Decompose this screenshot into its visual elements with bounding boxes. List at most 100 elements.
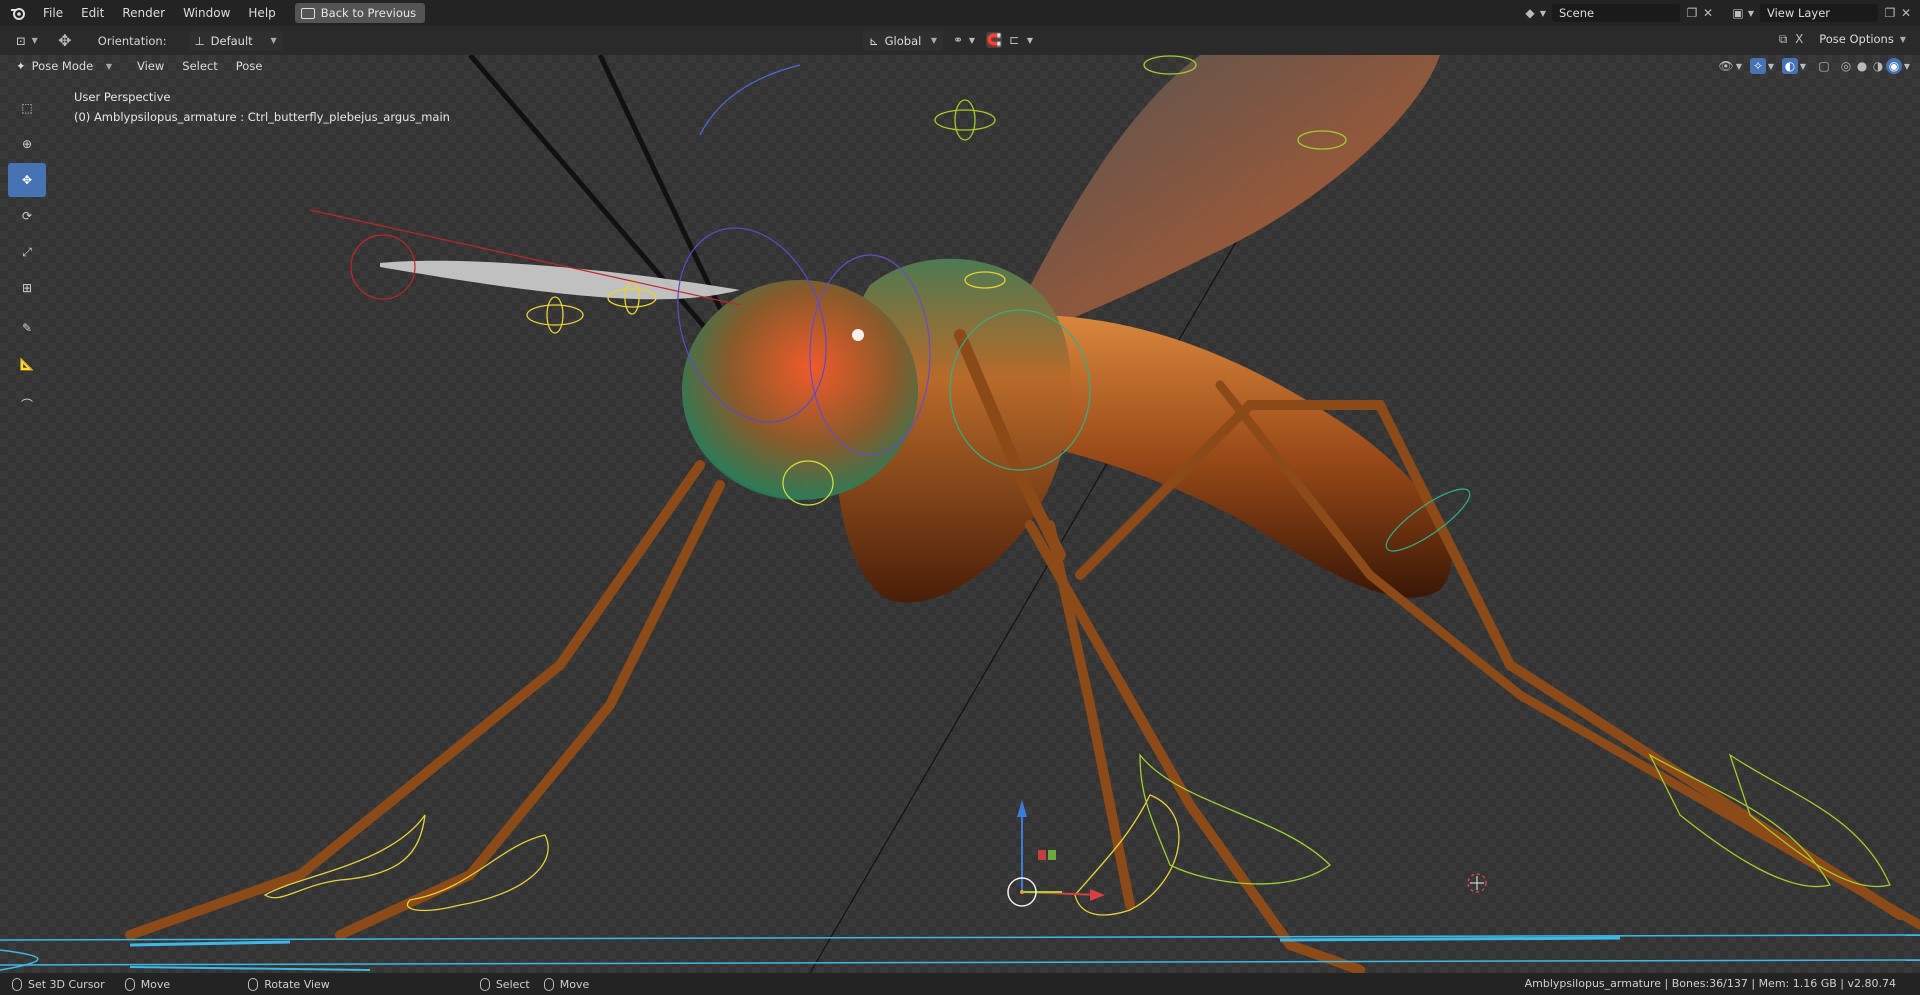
compound-eye (682, 280, 918, 500)
3d-viewport[interactable] (0, 55, 1920, 973)
menu-window[interactable]: Window (174, 2, 239, 24)
viewport-header: ✦ Pose Mode ▼ View Select Pose (0, 55, 1920, 77)
active-bone-label: (0) Amblypsilopus_armature : Ctrl_butter… (74, 110, 450, 124)
status-move-2: Move (543, 977, 590, 991)
mouse-right-icon (479, 977, 490, 991)
status-rotate-view-label: Rotate View (264, 977, 330, 991)
move-tool-icon[interactable]: ✥ (54, 31, 76, 50)
close-view-layer-icon[interactable]: ✕ (1898, 5, 1914, 21)
rotate-icon[interactable]: ⟳ (8, 199, 46, 233)
scene-field[interactable]: Scene (1552, 4, 1680, 22)
new-view-layer-icon[interactable]: ❐ (1882, 5, 1898, 21)
bone-icon[interactable]: ⌒ (8, 387, 46, 421)
x-axis-toggle[interactable]: X (1791, 31, 1807, 47)
solid-shading-icon[interactable]: ● (1854, 58, 1870, 74)
status-rotate-view: Rotate View (248, 977, 330, 991)
mouse-left-icon (12, 977, 22, 991)
pose-mode-icon: ✦ (16, 59, 26, 73)
wireframe-shading-icon[interactable]: ◎ (1838, 58, 1854, 74)
transform-icon[interactable]: ⊞ (8, 271, 46, 305)
orientation-label: Orientation: (97, 33, 167, 48)
menu-select[interactable]: Select (173, 59, 226, 73)
mouse-drag-icon (543, 977, 554, 991)
chevron-down-icon[interactable]: ▼ (1766, 58, 1776, 74)
xray-icon[interactable]: ▢ (1816, 58, 1832, 74)
mouse-drag-icon (124, 977, 135, 991)
status-move-label: Move (140, 977, 171, 991)
view-layer-icon[interactable]: ▣ (1730, 5, 1746, 21)
back-to-previous-label: Back to Previous (320, 6, 417, 20)
back-to-previous-button[interactable]: Back to Previous (294, 3, 426, 23)
pose-options-dropdown[interactable]: Pose Options ▼ (1813, 29, 1912, 49)
chevron-down-icon[interactable]: ▼ (1746, 5, 1756, 21)
pose-options-label: Pose Options (1819, 32, 1894, 46)
chevron-down-icon[interactable]: ▼ (1798, 58, 1808, 74)
tool-mode-dropdown[interactable]: ⊡ ▼ (10, 31, 44, 51)
status-set-cursor: Set 3D Cursor (12, 977, 105, 991)
status-move: Move (124, 977, 171, 991)
mouse-middle-icon (248, 977, 259, 991)
viewport-info: User Perspective (0) Amblypsilopus_armat… (74, 87, 450, 127)
new-scene-icon[interactable]: ❐ (1684, 5, 1700, 21)
viewport-header-right: ⧉ X Pose Options ▼ (1775, 28, 1912, 50)
top-menu-bar: File Edit Render Window Help Back to Pre… (0, 0, 1920, 26)
viewport-scene[interactable] (0, 55, 1920, 973)
menu-edit[interactable]: Edit (72, 2, 113, 24)
blender-logo-icon[interactable] (6, 1, 30, 25)
menu-help[interactable]: Help (239, 2, 284, 24)
mode-value: Pose Mode (31, 59, 94, 73)
viewport-shading-controls: 👁 ▼ ✧ ▼ ◐ ▼ ▢ ◎ ● ◑ ◉ ▼ (1718, 55, 1912, 77)
perspective-label: User Perspective (74, 90, 171, 104)
chevron-down-icon[interactable]: ▼ (1734, 58, 1744, 74)
rendered-shading-icon[interactable]: ◉ (1886, 58, 1902, 74)
gizmo-icon[interactable]: ✧ (1750, 58, 1766, 74)
menu-render[interactable]: Render (113, 2, 174, 24)
status-move-2-label: Move (559, 977, 590, 991)
scale-icon[interactable]: ⤢ (8, 235, 46, 269)
global-axes-icon: ⊾ (869, 33, 879, 48)
tool-icon: ⊡ (16, 33, 26, 48)
ground-lines (0, 934, 1920, 971)
transform-orientation-dropdown[interactable]: ⊾ Global ▼ (863, 30, 943, 51)
chevron-down-icon[interactable]: ▼ (1902, 58, 1912, 74)
close-scene-icon[interactable]: ✕ (1700, 5, 1716, 21)
annotate-icon[interactable]: ✎ (8, 311, 46, 345)
transform-gizmo[interactable] (1007, 800, 1105, 907)
toolbox: ⬚ ⊕ ✥ ⟳ ⤢ ⊞ ✎ 📐 ⌒ (8, 91, 46, 423)
orientation-axes-icon: ⊥ (194, 33, 205, 48)
view-layer-field[interactable]: View Layer (1760, 4, 1878, 22)
eye-highlight (852, 329, 864, 341)
menu-pose[interactable]: Pose (227, 59, 272, 73)
cursor-icon[interactable]: ⊕ (8, 127, 46, 161)
mirror-icon[interactable]: ⧉ (1775, 31, 1791, 47)
move-icon[interactable]: ✥ (8, 163, 46, 197)
snap-icon[interactable]: 🧲 (986, 32, 1002, 48)
select-box-icon[interactable]: ⬚ (8, 91, 46, 125)
mode-dropdown[interactable]: ✦ Pose Mode ▼ (10, 56, 118, 76)
chevron-down-icon[interactable]: ▼ (1022, 32, 1038, 48)
status-select: Select (479, 977, 530, 991)
visibility-icon[interactable]: 👁 (1718, 58, 1734, 74)
chevron-down-icon[interactable]: ▼ (964, 32, 980, 48)
tool-settings-bar: ⊡ ▼ ✥ Orientation: ⊥ Default ▼ ⊾ Global ▼… (0, 26, 1920, 55)
status-select-label: Select (495, 977, 530, 991)
orientation-value: Default (210, 33, 253, 48)
orientation-dropdown[interactable]: ⊥ Default ▼ (188, 30, 283, 51)
top-right-controls: ◆ ▼ Scene ❐ ✕ ▣ ▼ View Layer ❐ ✕ (1522, 0, 1920, 26)
overlays-icon[interactable]: ◐ (1782, 58, 1798, 74)
3d-cursor-icon[interactable] (1467, 873, 1487, 893)
status-bar: Set 3D Cursor Move Rotate View Select Mo… (0, 973, 1920, 995)
scene-selector-icon[interactable]: ◆ (1522, 5, 1538, 21)
menu-file[interactable]: File (34, 2, 72, 24)
measure-icon[interactable]: 📐 (8, 347, 46, 381)
material-shading-icon[interactable]: ◑ (1870, 58, 1886, 74)
menu-view[interactable]: View (128, 59, 173, 73)
wing-upper (1000, 55, 1440, 345)
screen-icon (300, 7, 315, 19)
transform-space-value: Global (884, 33, 922, 48)
snap-target-icon[interactable]: ⊏ (1006, 32, 1022, 48)
chevron-down-icon[interactable]: ▼ (1538, 5, 1548, 21)
status-set-cursor-label: Set 3D Cursor (28, 977, 105, 991)
status-info: Amblypsilopus_armature | Bones:36/137 | … (1524, 977, 1896, 990)
antenna-left (468, 55, 722, 347)
